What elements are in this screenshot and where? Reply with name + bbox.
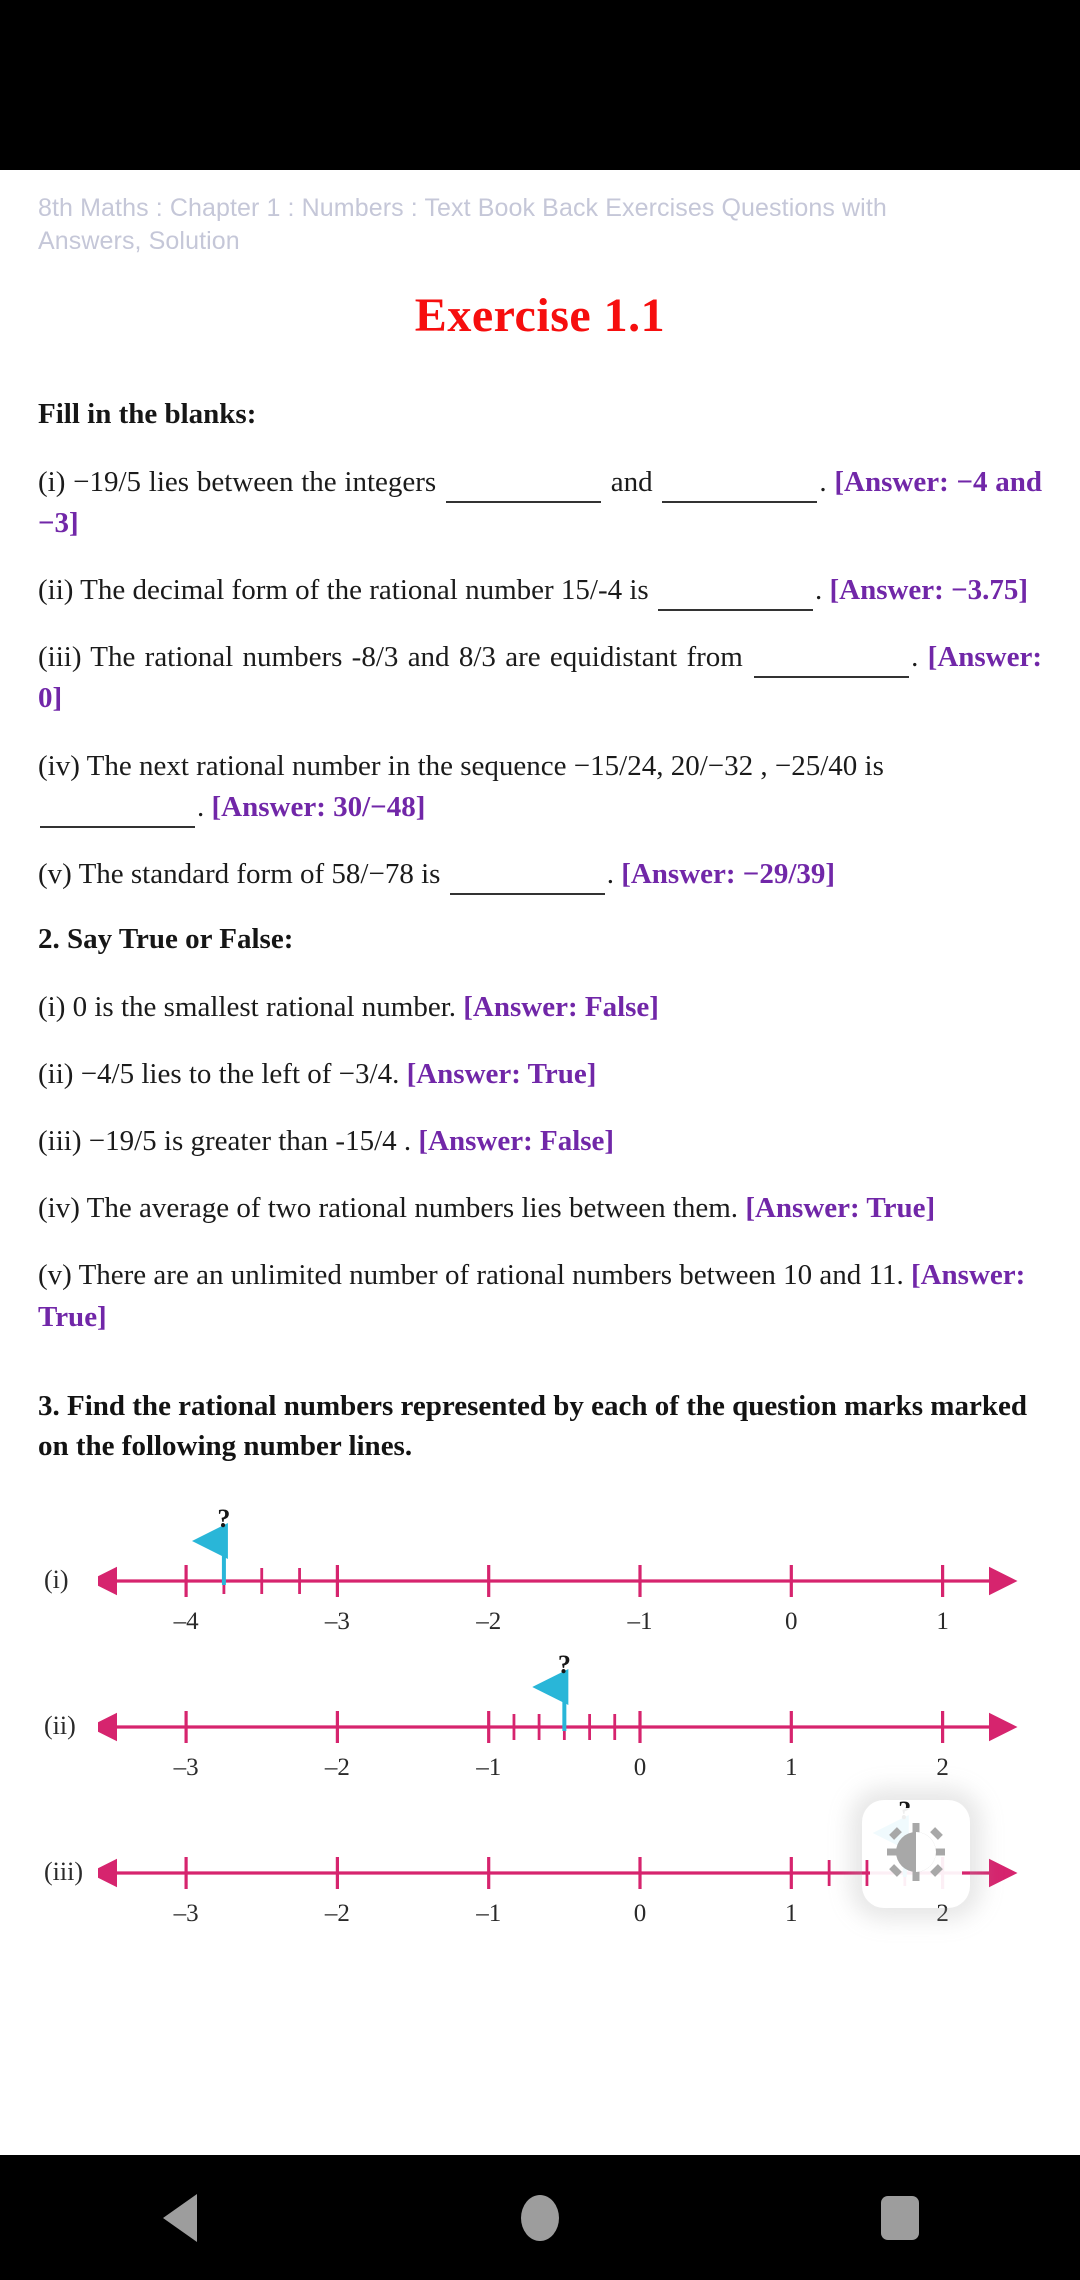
blank-field[interactable] [449,868,605,896]
tick-label: –1 [627,1608,653,1635]
q2-v-marker: (v) [38,1259,72,1292]
number-line-2: (ii) –3 –2 –1 0 1 2? [38,1639,1042,1781]
question-mark-label: ? [558,1650,571,1679]
q1-iii-period: . [911,641,919,674]
q1-i-period: . [819,465,827,498]
section-heading-fill-blanks: Fill in the blanks: [38,398,257,430]
home-button[interactable] [465,2155,615,2280]
q1-ii-text: The decimal form of the rational number … [80,574,649,607]
section-heading-number-lines: 3. Find the rational numbers represented… [38,1389,1027,1463]
tick-label: –2 [324,1754,350,1781]
question-2-v: (v) There are an unlimited number of rat… [38,1255,1042,1337]
question-mark-label: ? [217,1504,230,1533]
blank-field[interactable] [40,801,195,828]
brightness-contrast-widget[interactable] [862,1800,970,1908]
back-button[interactable] [105,2155,255,2280]
q2-i-marker: (i) [38,990,66,1023]
q2-ii-text: −4/5 lies to the left of −3/4. [80,1057,400,1090]
q1-iv-period: . [197,790,205,823]
q1-iv-marker: (iv) [38,749,80,782]
answer-2-ii: [Answer: True] [406,1057,597,1090]
tick-label: –3 [173,1754,199,1781]
question-1-iv: (iv) The next rational number in the seq… [38,746,1042,828]
q1-iii-marker: (iii) [38,641,82,674]
question-2-iii: (iii) −19/5 is greater than -15/4 . [Ans… [38,1121,1042,1162]
q1-i-text: −19/5 lies between the integers [73,465,437,498]
question-1-ii: (ii) The decimal form of the rational nu… [38,570,1042,612]
blank-field[interactable] [662,476,818,503]
answer-2-iii: [Answer: False] [418,1125,615,1158]
tick-label: 0 [785,1608,798,1635]
q2-iii-marker: (iii) [38,1125,82,1158]
recents-button[interactable] [825,2155,975,2280]
answer-2-iv: [Answer: True] [745,1192,936,1225]
tick-label: –1 [475,1900,501,1927]
blank-field[interactable] [657,584,813,612]
tick-label: –1 [475,1754,501,1781]
number-line-marker: (i) [44,1564,69,1594]
page-title: Exercise 1.1 [414,289,666,342]
tick-label: 1 [936,1608,949,1635]
q1-ii-marker: (ii) [38,574,74,607]
q1-v-marker: (v) [38,857,72,890]
q1-i-mid: and [610,465,653,498]
tick-label: 2 [936,1754,949,1781]
question-1-iii: (iii) The rational numbers -8/3 and 8/3 … [38,637,1042,719]
q2-iii-text: −19/5 is greater than -15/4 . [88,1125,412,1158]
q2-ii-marker: (ii) [38,1057,74,1090]
article-content: 8th Maths : Chapter 1 : Numbers : Text B… [0,170,1080,1927]
blank-field[interactable] [445,476,601,503]
tick-label: –3 [173,1900,199,1927]
q1-iv-text: The next rational number in the sequence… [86,749,884,782]
back-triangle-icon [163,2193,197,2242]
question-1-v: (v) The standard form of 58/−78 is . [An… [38,854,1042,896]
number-line-1: (i) –4 –3 –2 –1 0 1? [38,1493,1042,1635]
q2-iv-marker: (iv) [38,1192,80,1225]
tick-label: –4 [173,1608,200,1635]
q1-iii-text: The rational numbers -8/3 and 8/3 are eq… [90,641,743,674]
tick-label: 0 [634,1900,647,1927]
breadcrumb: 8th Maths : Chapter 1 : Numbers : Text B… [38,194,887,255]
question-1-i: (i) −19/5 lies between the integers and … [38,462,1042,544]
q2-v-text: There are an unlimited number of rationa… [78,1259,904,1292]
status-bar-strip [0,0,1080,170]
blank-field[interactable] [754,651,910,679]
question-2-ii: (ii) −4/5 lies to the left of −3/4. [Ans… [38,1054,1042,1095]
tick-label: 1 [785,1900,798,1927]
section-heading-true-false: 2. Say True or False: [38,923,294,956]
answer-1-v: [Answer: −29/39] [621,857,836,890]
tick-label: 1 [785,1754,798,1781]
number-line-svg: –4 –3 –2 –1 0 1? [98,1504,1018,1635]
q2-i-text: 0 is the smallest rational number. [72,990,456,1023]
tick-label: –2 [324,1900,350,1927]
q2-iv-text: The average of two rational numbers lies… [86,1192,739,1225]
home-circle-icon [521,2194,559,2241]
q1-v-period: . [606,857,614,890]
question-2-i: (i) 0 is the smallest rational number. [… [38,987,1042,1028]
answer-2-i: [Answer: False] [463,990,659,1023]
number-line-marker: (iii) [44,1856,83,1886]
recents-square-icon [881,2195,919,2240]
q1-ii-period: . [814,574,823,607]
android-navigation-bar [0,2155,1080,2280]
brightness-contrast-icon [870,1808,962,1900]
q1-v-text: The standard form of 58/−78 is [78,857,441,890]
q1-i-marker: (i) [38,465,66,498]
tick-label: –3 [324,1608,350,1635]
number-line-marker: (ii) [44,1710,76,1740]
question-2-iv: (iv) The average of two rational numbers… [38,1188,1042,1229]
number-line-svg: –3 –2 –1 0 1 2? [98,1650,1018,1781]
answer-1-iv: [Answer: 30/−48] [211,790,426,823]
tick-label: –2 [475,1608,501,1635]
tick-label: 0 [634,1754,647,1781]
answer-1-ii: [Answer: −3.75] [829,574,1029,607]
